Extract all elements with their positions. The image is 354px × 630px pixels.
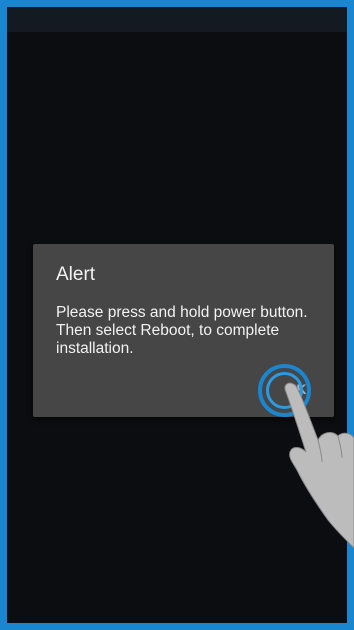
status-bar xyxy=(7,7,347,32)
tap-ring-inner-icon xyxy=(266,372,303,409)
dialog-title: Alert xyxy=(56,264,96,285)
device-screen: Alert Please press and hold power button… xyxy=(0,0,354,630)
dialog-message: Please press and hold power button. Then… xyxy=(56,304,308,357)
